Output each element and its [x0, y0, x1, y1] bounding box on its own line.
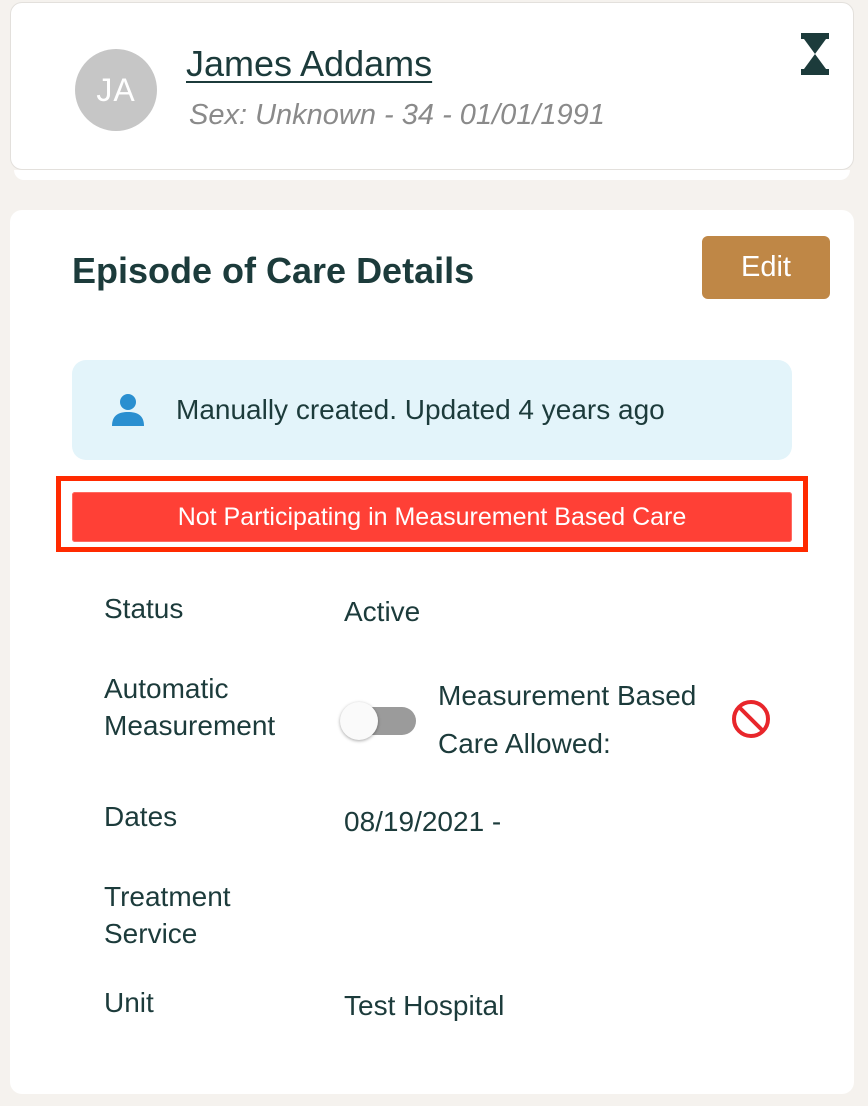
automatic-measurement-label: Automatic Measurement — [104, 670, 275, 744]
hourglass-icon[interactable] — [801, 33, 829, 75]
unit-value: Test Hospital — [344, 990, 505, 1021]
treatment-service-label: Treatment Service — [104, 878, 231, 952]
edit-button[interactable]: Edit — [702, 236, 830, 299]
patient-name-link[interactable]: James Addams — [186, 43, 432, 85]
treatment-service-label-line1: Treatment — [104, 881, 231, 912]
treatment-service-label-line2: Service — [104, 918, 198, 949]
automatic-measurement-label-line1: Automatic — [104, 673, 229, 704]
dates-value: 08/19/2021 - — [344, 806, 502, 837]
patient-header-card: JA James Addams Sex: Unknown - 34 - 01/0… — [10, 2, 854, 170]
status-label: Status — [104, 593, 184, 624]
source-info-banner: Manually created. Updated 4 years ago — [72, 360, 792, 460]
unit-label: Unit — [104, 987, 154, 1018]
dates-label: Dates — [104, 801, 178, 832]
avatar: JA — [75, 49, 157, 131]
no-entry-icon — [732, 700, 770, 738]
toggle-knob — [340, 702, 378, 740]
status-value: Active — [344, 596, 421, 627]
source-info-text: Manually created. Updated 4 years ago — [176, 394, 665, 425]
automatic-measurement-toggle[interactable] — [340, 702, 416, 740]
patient-demographics: Sex: Unknown - 34 - 01/01/1991 — [189, 99, 605, 131]
mbc-allowed-label: Measurement Based Care Allowed: — [438, 680, 697, 759]
person-icon — [112, 394, 144, 426]
card-divider — [14, 170, 850, 180]
mbc-status-alert: Not Participating in Measurement Based C… — [72, 492, 792, 542]
episode-details-card: Episode of Care Details Edit Manually cr… — [10, 210, 854, 1094]
automatic-measurement-label-line2: Measurement — [104, 710, 276, 741]
section-title: Episode of Care Details — [72, 250, 475, 291]
